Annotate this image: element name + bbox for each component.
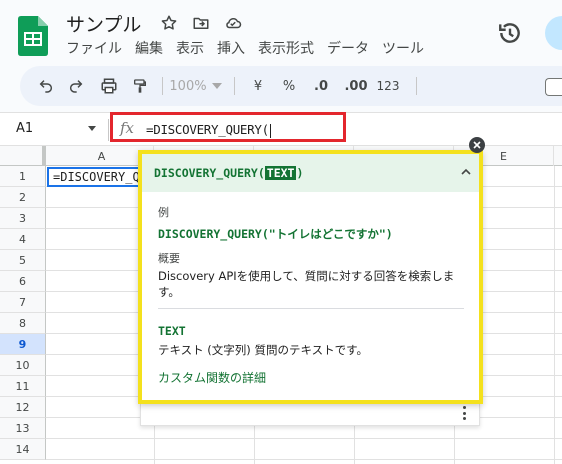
more-dot	[462, 417, 466, 420]
row-header-13[interactable]: 13	[0, 418, 46, 439]
function-signature: DISCOVERY_QUERY(TEXT)	[154, 166, 303, 180]
summary-label: 概要	[158, 252, 180, 265]
row-header-5[interactable]: 5	[0, 250, 46, 271]
argument-chip: TEXT	[264, 166, 297, 180]
menu-view[interactable]: 表示	[176, 38, 204, 58]
app-header: サンプル ファイル 編集 表示 挿入 表示形式 データ ツール	[0, 0, 562, 64]
example-label: 例	[158, 206, 169, 219]
collapse-chevron-icon[interactable]	[460, 166, 472, 178]
more-options-icon[interactable]	[460, 404, 468, 422]
menu-edit[interactable]: 編集	[135, 38, 163, 58]
close-popup-icon[interactable]	[469, 137, 485, 153]
select-all-corner[interactable]	[0, 146, 46, 166]
zoom-select[interactable]: 100%	[168, 74, 208, 98]
function-name: DISCOVERY_QUERY(	[154, 166, 265, 180]
row-header-1[interactable]: 1	[0, 166, 46, 187]
menu-bar: ファイル 編集 表示 挿入 表示形式 データ ツール	[66, 38, 437, 58]
print-icon[interactable]	[98, 74, 120, 98]
row-header-2[interactable]: 2	[0, 187, 46, 208]
example-formula: DISCOVERY_QUERY("トイレはどこですか")	[158, 227, 393, 241]
toolbar: 100% ¥ % .0 .00 123	[20, 66, 562, 106]
row-header-6[interactable]: 6	[0, 271, 46, 292]
popup-divider	[158, 308, 464, 309]
undo-icon[interactable]	[36, 74, 56, 98]
comments-button[interactable]	[545, 16, 562, 50]
toolbar-divider	[416, 77, 417, 95]
grid-row-line	[46, 438, 562, 439]
increase-decimal-button[interactable]: .00	[341, 74, 371, 98]
row-header-3[interactable]: 3	[0, 208, 46, 229]
more-dot	[462, 411, 466, 415]
toolbar-divider	[162, 77, 163, 95]
decrease-decimal-button[interactable]: .0	[309, 74, 333, 98]
paint-format-icon[interactable]	[130, 74, 150, 98]
grid-column-line	[554, 166, 555, 464]
grid-row-line	[46, 459, 562, 460]
menu-insert[interactable]: 挿入	[217, 38, 245, 58]
decrease-decimal-label: .0	[314, 78, 328, 94]
sheets-logo-icon[interactable]	[18, 16, 48, 56]
formula-highlight-box	[110, 112, 346, 142]
star-icon[interactable]	[158, 12, 180, 34]
row-header-14[interactable]: 14	[0, 439, 46, 460]
argument-name: TEXT	[158, 324, 186, 338]
argument-description: テキスト (文字列) 質問のテキストです。	[158, 343, 368, 357]
toolbar-divider	[234, 77, 235, 95]
zoom-dropdown-icon[interactable]	[210, 74, 224, 98]
menu-tools[interactable]: ツール	[382, 38, 424, 58]
menu-file[interactable]: ファイル	[66, 38, 122, 58]
function-help-popup: DISCOVERY_QUERY(TEXT) 例 DISCOVERY_QUERY(…	[138, 150, 483, 404]
function-signature-header[interactable]: DISCOVERY_QUERY(TEXT)	[142, 154, 479, 192]
increase-decimal-label: .00	[344, 78, 368, 94]
row-header-8[interactable]: 8	[0, 313, 46, 334]
font-size-input[interactable]	[545, 78, 562, 96]
history-icon[interactable]	[497, 20, 523, 46]
row-header-11[interactable]: 11	[0, 376, 46, 397]
row-header-9[interactable]: 9	[0, 334, 46, 355]
row-header-7[interactable]: 7	[0, 292, 46, 313]
name-box[interactable]: A1	[16, 121, 33, 136]
menu-data[interactable]: データ	[327, 38, 369, 58]
number-format-button[interactable]: 123	[373, 74, 403, 98]
formula-bar-divider	[108, 119, 109, 141]
currency-format-button[interactable]: ¥	[248, 74, 268, 98]
move-folder-icon[interactable]	[190, 12, 212, 34]
more-dot	[462, 406, 466, 409]
custom-function-details-link[interactable]: カスタム関数の詳細	[158, 369, 266, 386]
closing-paren: )	[296, 166, 304, 180]
row-header-10[interactable]: 10	[0, 355, 46, 376]
cloud-status-icon[interactable]	[222, 12, 244, 34]
menu-format[interactable]: 表示形式	[258, 38, 314, 58]
summary-text: Discovery APIを使用して、質問に対する回答を検索します。	[158, 269, 455, 299]
row-header-12[interactable]: 12	[0, 397, 46, 418]
row-header-4[interactable]: 4	[0, 229, 46, 250]
document-title[interactable]: サンプル	[66, 10, 141, 37]
name-box-dropdown-icon[interactable]	[88, 126, 96, 131]
redo-icon[interactable]	[66, 74, 86, 98]
popup-footer	[140, 404, 480, 426]
percent-format-button[interactable]: %	[279, 74, 299, 98]
